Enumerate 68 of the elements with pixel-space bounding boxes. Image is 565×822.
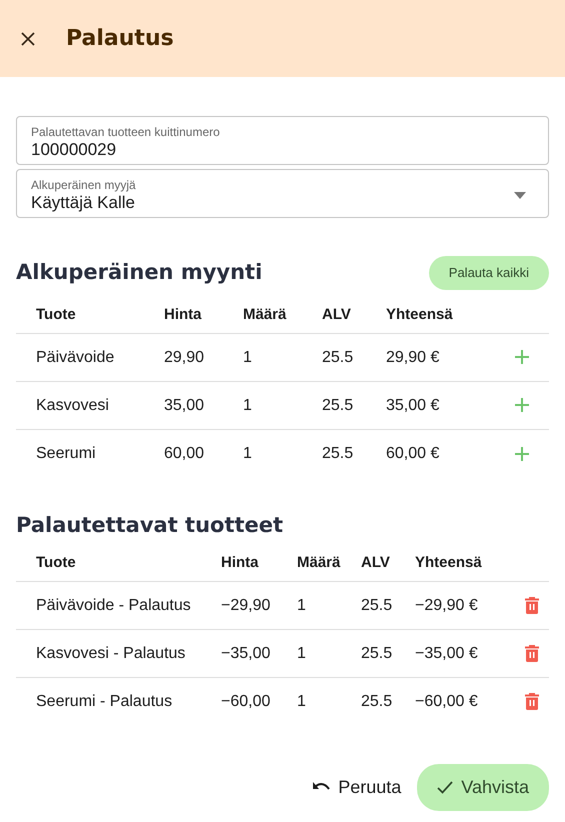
table-cell: 60,00 €	[386, 430, 500, 478]
dropdown-caret-icon	[514, 192, 526, 199]
column-header: ALV	[322, 298, 386, 334]
trash-icon	[525, 596, 539, 614]
table-cell: 25.5	[322, 430, 386, 478]
table-cell: 1	[297, 582, 361, 630]
cancel-button[interactable]: Peruuta	[304, 768, 410, 807]
add-button[interactable]	[514, 446, 530, 462]
field-label: Palautettavan tuotteen kuittinumero	[31, 124, 221, 138]
add-button[interactable]	[514, 349, 530, 366]
table-cell: 29,90	[164, 334, 243, 382]
table-cell: −29,90	[221, 582, 297, 630]
table-cell: 1	[243, 382, 322, 430]
select-field[interactable]: Alkuperäinen myyjä Käyttäjä Kalle	[16, 169, 549, 218]
plus-icon	[514, 446, 530, 462]
column-header: Yhteensä	[415, 546, 515, 582]
table-cell: −35,00 €	[415, 630, 515, 678]
column-header: Määrä	[297, 546, 361, 582]
section-heading: Palautettavat tuotteet	[16, 512, 284, 538]
column-header: Tuote	[16, 546, 221, 582]
return-all-button[interactable]: Palauta kaikki	[428, 256, 549, 290]
column-header: ALV	[361, 546, 415, 582]
table-cell: Seerumi - Palautus	[16, 678, 221, 726]
field-label: Alkuperäinen myyjä	[31, 178, 137, 192]
column-header: Määrä	[243, 298, 322, 334]
column-header: Hinta	[221, 546, 297, 582]
delete-button[interactable]	[525, 596, 539, 614]
input-field[interactable]: Palautettavan tuotteen kuittinumero 100000029	[16, 116, 549, 165]
table-cell: Kasvovesi - Palautus	[16, 630, 221, 678]
table-cell: −35,00	[221, 630, 297, 678]
field-value: 100000029	[31, 138, 118, 160]
column-header: Yhteensä	[386, 298, 500, 334]
field-value: Käyttäjä Kalle	[31, 192, 136, 214]
table-cell: 25.5	[361, 678, 415, 726]
table-cell: Seerumi	[16, 430, 164, 478]
table-cell: 35,00 €	[386, 382, 500, 430]
section-heading: Alkuperäinen myynti	[16, 260, 262, 286]
table-cell: Päivävoide - Palautus	[16, 582, 221, 630]
close-icon	[20, 30, 36, 46]
table-cell: 25.5	[361, 630, 415, 678]
table-cell: 25.5	[361, 582, 415, 630]
dialog-title: Palautus	[66, 25, 174, 53]
confirm-button[interactable]: Vahvista	[417, 764, 549, 811]
table-cell: 25.5	[322, 334, 386, 382]
trash-icon	[525, 644, 539, 662]
table-cell: 60,00	[164, 430, 243, 478]
table-cell: 1	[243, 334, 322, 382]
table-cell: 35,00	[164, 382, 243, 430]
add-button[interactable]	[514, 397, 530, 414]
table-cell: 1	[243, 430, 322, 478]
delete-button[interactable]	[525, 693, 539, 710]
table-cell: 1	[297, 630, 361, 678]
table-cell: Päivävoide	[16, 334, 164, 382]
close-button[interactable]	[20, 30, 36, 46]
table-cell: 1	[297, 678, 361, 726]
table-cell: 25.5	[322, 382, 386, 430]
check-icon	[437, 780, 454, 794]
table-cell: 29,90 €	[386, 334, 500, 382]
table-cell: −60,00 €	[415, 678, 515, 726]
column-header: Hinta	[164, 298, 243, 334]
column-header: Tuote	[16, 298, 164, 334]
table-cell: −60,00	[221, 678, 297, 726]
table-cell: Kasvovesi	[16, 382, 164, 430]
table-cell: −29,90 €	[415, 582, 515, 630]
plus-icon	[514, 397, 530, 414]
delete-button[interactable]	[525, 644, 539, 662]
trash-icon	[525, 693, 539, 710]
plus-icon	[514, 349, 530, 366]
